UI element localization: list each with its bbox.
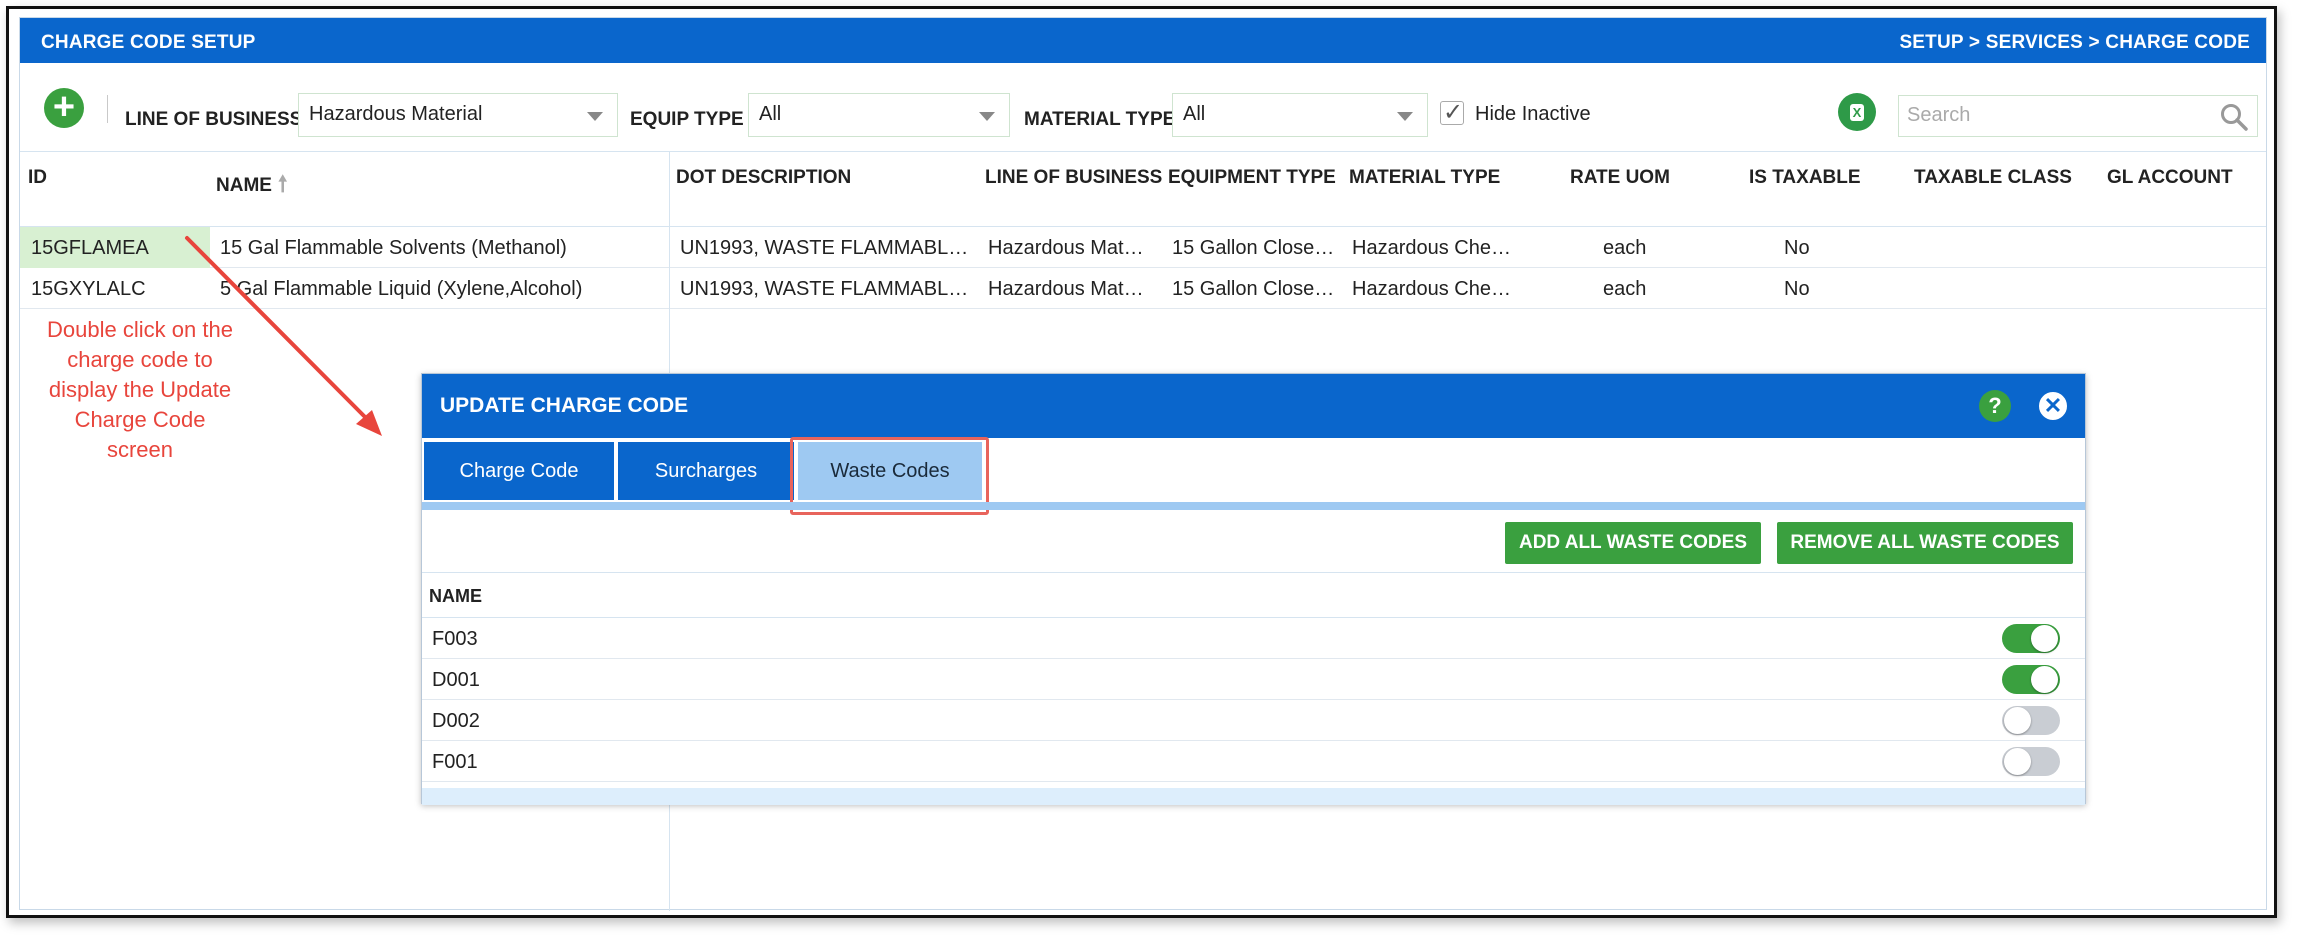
row-name: 5 Gal Flammable Liquid (Xylene,Alcohol) <box>220 278 583 300</box>
column-header-equipment-type[interactable]: EQUIPMENT TYPE <box>1168 167 1336 189</box>
row-material-type: Hazardous Che… <box>1352 278 1511 300</box>
list-item: F001 <box>422 741 2085 782</box>
column-header-material-type[interactable]: MATERIAL TYPE <box>1349 167 1500 189</box>
row-is-taxable: No <box>1784 278 1810 300</box>
chevron-down-icon <box>1397 112 1413 121</box>
title-bar: CHARGE CODE SETUP SETUP > SERVICES > CHA… <box>20 18 2266 63</box>
toggle-knob <box>2031 666 2058 693</box>
chevron-down-icon <box>979 112 995 121</box>
column-header-name[interactable]: NAME <box>429 586 482 607</box>
row-id[interactable]: 15GFLAMEA <box>31 237 149 260</box>
list-item: D002 <box>422 700 2085 741</box>
question-icon: ? <box>1988 393 2002 418</box>
equip-type-value: All <box>759 103 782 125</box>
row-equipment-type: 15 Gallon Close… <box>1172 278 1335 300</box>
annotation-callout: Double click on the charge code to displ… <box>20 315 260 465</box>
annotation-line: screen <box>106 437 174 462</box>
grid-header: ID NAME 🠕 DOT DESCRIPTION LINE OF BUSINES… <box>20 151 2266 227</box>
breadcrumb: SETUP > SERVICES > CHARGE CODE <box>1899 32 2250 53</box>
list-item: F003 <box>422 618 2085 659</box>
close-button[interactable]: ✕ <box>2037 390 2069 422</box>
toolbar-divider <box>107 95 108 123</box>
annotation-line: Double click on the <box>47 317 233 342</box>
search-input[interactable] <box>1907 96 2207 134</box>
material-type-select[interactable]: All <box>1172 93 1428 137</box>
row-id[interactable]: 15GXYLALC <box>31 278 146 301</box>
annotation-line: display the Update <box>48 377 232 402</box>
equip-type-select[interactable]: All <box>748 93 1010 137</box>
equip-type-label: EQUIP TYPE <box>630 109 744 130</box>
row-name: 15 Gal Flammable Solvents (Methanol) <box>220 237 567 259</box>
export-excel-button[interactable]: X <box>1838 93 1876 131</box>
column-header-rate-uom[interactable]: RATE UOM <box>1570 167 1670 189</box>
annotation-line: Charge Code <box>74 407 206 432</box>
waste-code-name: F001 <box>432 751 478 773</box>
line-of-business-value: Hazardous Material <box>309 103 483 125</box>
excel-icon: X <box>1849 104 1865 121</box>
row-rate-uom: each <box>1603 278 1647 300</box>
help-button[interactable]: ? <box>1979 390 2011 422</box>
sort-ascending-icon: 🠕 <box>277 171 288 196</box>
column-header-name-label: NAME <box>216 175 272 196</box>
waste-code-name: D002 <box>432 710 480 732</box>
line-of-business-select[interactable]: Hazardous Material <box>298 93 618 137</box>
row-dot-description: UN1993, WASTE FLAMMABL… <box>680 237 969 259</box>
dialog-header: UPDATE CHARGE CODE ? ✕ <box>422 374 2085 438</box>
column-header-id[interactable]: ID <box>28 167 47 189</box>
waste-code-toggle[interactable] <box>2002 706 2060 735</box>
waste-code-toggle[interactable] <box>2002 624 2060 653</box>
tab-surcharges[interactable]: Surcharges <box>618 442 794 500</box>
row-line-of-business: Hazardous Mat… <box>988 278 1144 300</box>
add-all-waste-codes-button[interactable]: ADD ALL WASTE CODES <box>1505 522 1761 564</box>
toggle-knob <box>2031 625 2058 652</box>
tab-underline <box>422 502 2085 510</box>
update-charge-code-dialog: UPDATE CHARGE CODE ? ✕ Charge Code Surch… <box>421 373 2086 805</box>
dialog-title: UPDATE CHARGE CODE <box>440 394 689 417</box>
waste-code-name: D001 <box>432 669 480 691</box>
column-header-is-taxable[interactable]: IS TAXABLE <box>1749 167 1861 189</box>
row-dot-description: UN1993, WASTE FLAMMABL… <box>680 278 969 300</box>
column-header-dot-description[interactable]: DOT DESCRIPTION <box>676 167 851 189</box>
close-icon: ✕ <box>2043 393 2063 418</box>
table-row[interactable]: 15GFLAMEA 15 Gal Flammable Solvents (Met… <box>20 227 2266 268</box>
hide-inactive-label: Hide Inactive <box>1475 103 1591 125</box>
filter-bar: + LINE OF BUSINESS Hazardous Material EQ… <box>20 63 2266 151</box>
waste-codes-header: NAME <box>422 572 2085 618</box>
add-charge-code-button[interactable]: + <box>44 88 84 128</box>
row-line-of-business: Hazardous Mat… <box>988 237 1144 259</box>
plus-icon: + <box>52 86 76 128</box>
column-header-name[interactable]: NAME 🠕 <box>216 167 287 205</box>
list-item: D001 <box>422 659 2085 700</box>
tab-charge-code[interactable]: Charge Code <box>424 442 614 500</box>
line-of-business-label: LINE OF BUSINESS <box>125 109 303 130</box>
material-type-value: All <box>1183 103 1206 125</box>
dialog-footer <box>422 788 2085 805</box>
waste-code-toggle[interactable] <box>2002 747 2060 776</box>
waste-code-toggle[interactable] <box>2002 665 2060 694</box>
column-header-taxable-class[interactable]: TAXABLE CLASS <box>1914 167 2072 189</box>
search-icon[interactable] <box>2219 102 2249 132</box>
search-box <box>1898 95 2258 137</box>
page-title: CHARGE CODE SETUP <box>41 32 256 53</box>
row-equipment-type: 15 Gallon Close… <box>1172 237 1335 259</box>
toggle-knob <box>2004 748 2031 775</box>
row-is-taxable: No <box>1784 237 1810 259</box>
chevron-down-icon <box>587 112 603 121</box>
remove-all-waste-codes-button[interactable]: REMOVE ALL WASTE CODES <box>1777 522 2073 564</box>
annotation-line: charge code to <box>67 347 213 372</box>
check-icon: ✓ <box>1443 99 1464 126</box>
column-header-line-of-business[interactable]: LINE OF BUSINESS <box>985 167 1162 189</box>
row-rate-uom: each <box>1603 237 1647 259</box>
material-type-label: MATERIAL TYPE <box>1024 109 1176 130</box>
column-header-gl-account[interactable]: GL ACCOUNT <box>2107 167 2233 189</box>
dialog-tabs: Charge Code Surcharges Waste Codes <box>422 438 2085 502</box>
toggle-knob <box>2004 707 2031 734</box>
waste-code-name: F003 <box>432 628 478 650</box>
row-material-type: Hazardous Che… <box>1352 237 1511 259</box>
table-row[interactable]: 15GXYLALC 5 Gal Flammable Liquid (Xylene… <box>20 268 2266 309</box>
hide-inactive-checkbox[interactable]: ✓ <box>1440 99 1464 126</box>
